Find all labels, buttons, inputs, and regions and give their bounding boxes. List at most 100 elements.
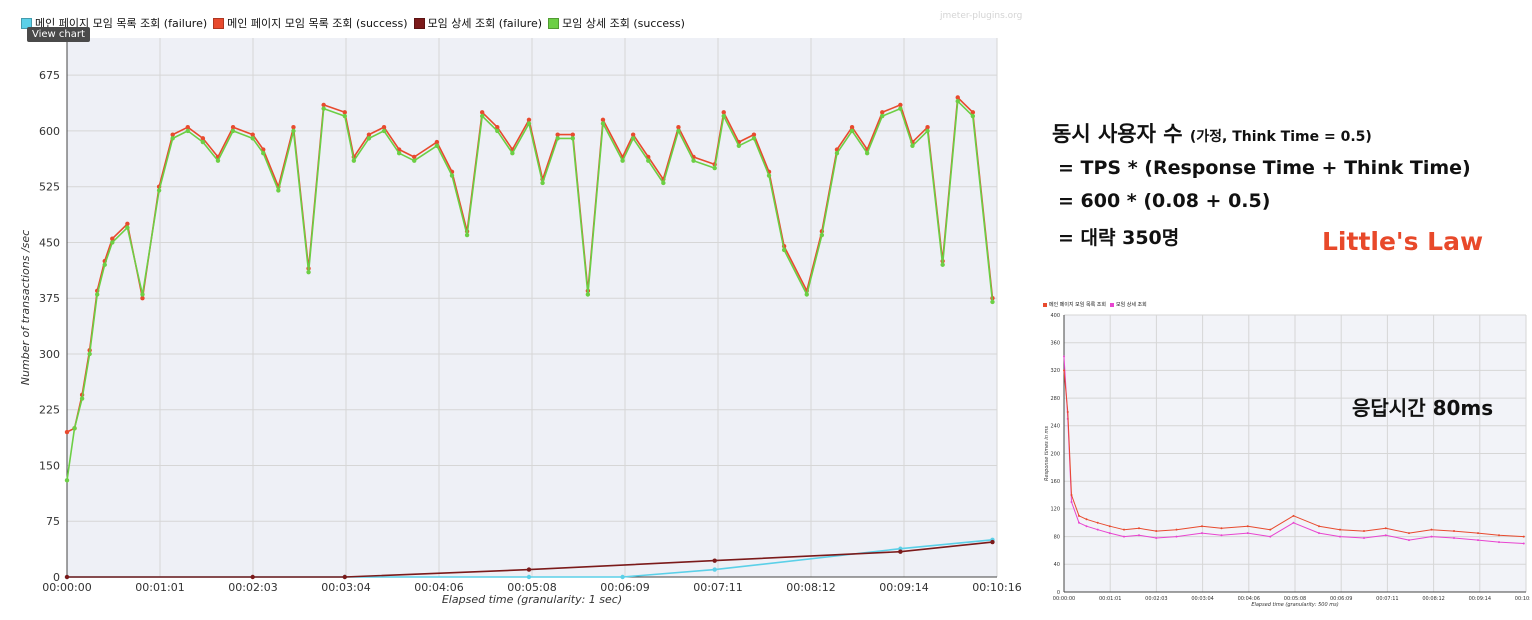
formula-assumption: (가정, Think Time = 0.5) — [1189, 129, 1372, 145]
legend-swatch — [213, 17, 225, 29]
data-point — [1078, 521, 1080, 524]
data-point — [834, 151, 840, 156]
x-tick-label: 00:01:01 — [1099, 596, 1121, 602]
data-point — [1477, 532, 1479, 535]
data-point — [1220, 534, 1223, 537]
data-point — [1138, 534, 1140, 537]
data-point — [342, 113, 347, 119]
data-point — [526, 121, 532, 126]
x-tick-label: 00:01:01 — [135, 581, 184, 594]
x-tick-label: 00:09:14 — [1469, 596, 1491, 602]
data-point — [990, 539, 995, 545]
data-point — [261, 151, 266, 156]
data-point — [1339, 535, 1341, 538]
response-time-chart: 0 40 80 120 160 200 240 280 320 360 400 00:00:00 00:… — [1040, 300, 1530, 612]
data-point — [1453, 536, 1455, 539]
data-point — [64, 429, 70, 435]
data-point — [170, 136, 175, 141]
data-point — [1220, 527, 1223, 530]
y-tick-label: 40 — [1054, 562, 1060, 568]
y-axis-title: Number of transactions /sec — [19, 230, 32, 385]
x-tick-label: 00:08:12 — [786, 581, 835, 594]
y-tick-label: 120 — [1050, 507, 1060, 513]
data-point — [1363, 536, 1365, 539]
legend-swatch — [1043, 302, 1047, 307]
data-point — [1138, 527, 1140, 530]
data-point — [1078, 514, 1080, 517]
legend-item[interactable]: 모임 상세 조회 (success) — [548, 15, 685, 31]
data-point — [306, 269, 311, 275]
data-point — [342, 574, 347, 580]
formula-heading: 동시 사용자 수 — [1052, 122, 1183, 146]
transactions-chart-svg: 07515022530037545052560067500:00:00 00:01… — [19, 38, 1022, 606]
legend-label: 메인 페이지 모임 목록 조회 — [1049, 302, 1106, 308]
view-chart-tooltip[interactable]: View chart — [27, 27, 90, 42]
data-point — [620, 574, 625, 580]
data-point — [1155, 536, 1158, 539]
data-point — [396, 151, 402, 156]
y-tick-label: 450 — [39, 236, 60, 249]
data-point — [712, 558, 717, 563]
data-point — [970, 113, 976, 119]
data-point — [712, 165, 717, 171]
x-tick-label: 00:00:00 — [42, 581, 91, 594]
data-point — [479, 113, 485, 119]
data-point — [1384, 527, 1387, 530]
formula-line-1: 동시 사용자 수 (가정, Think Time = 0.5) — [1052, 118, 1471, 148]
data-point — [585, 292, 591, 297]
x-tick-label: 00:02:03 — [1145, 596, 1167, 602]
data-point — [366, 136, 372, 141]
legend-item[interactable]: 메인 페이지 모임 목록 조회 — [1043, 301, 1106, 308]
data-point — [495, 128, 500, 134]
y-tick-label: 200 — [1050, 451, 1060, 457]
y-tick-label: 75 — [46, 515, 60, 528]
y-tick-label: 675 — [39, 69, 60, 82]
data-point — [1339, 528, 1341, 531]
x-tick-label: 00:02:03 — [228, 581, 277, 594]
data-point — [1201, 532, 1203, 535]
data-point — [1108, 532, 1111, 535]
data-point — [1269, 528, 1272, 531]
data-point — [1063, 369, 1065, 372]
legend-item[interactable]: 모임 상세 조회 (failure) — [413, 15, 543, 31]
data-point — [381, 128, 387, 134]
y-tick-label: 375 — [39, 292, 60, 305]
data-point — [1318, 525, 1320, 528]
data-point — [721, 113, 726, 119]
y-tick-label: 525 — [39, 181, 60, 194]
data-point — [156, 188, 162, 193]
data-point — [321, 106, 326, 111]
data-point — [646, 158, 651, 163]
data-point — [79, 396, 85, 401]
formula-line-2: = TPS * (Response Time + Think Time) — [1058, 157, 1471, 179]
data-point — [766, 173, 772, 178]
data-point — [72, 426, 77, 431]
data-point — [898, 106, 903, 111]
data-point — [250, 136, 255, 141]
legend-label: 모임 상세 조회 (failure) — [427, 17, 543, 30]
y-tick-label: 400 — [1050, 313, 1060, 319]
data-point — [434, 143, 440, 148]
data-point — [464, 232, 470, 238]
data-point — [64, 574, 70, 580]
data-point — [1246, 532, 1249, 535]
data-point — [140, 292, 145, 297]
transactions-chart: 0 75 150 225 300 375 450 525 600 675 00:00:00 00:01… — [15, 0, 1027, 612]
y-axis-title: Response times in ms — [1044, 426, 1050, 481]
data-point — [1292, 521, 1295, 524]
y-tick-label: 225 — [39, 404, 60, 417]
legend-item[interactable]: 모임 상세 조회 — [1109, 301, 1147, 308]
x-tick-label: 00:09:14 — [879, 581, 928, 594]
data-point — [1123, 535, 1125, 538]
x-tick-label: 00:00:00 — [1053, 596, 1075, 602]
x-axis-title: Elapsed time (granularity: 1 sec) — [442, 593, 622, 606]
response-time-chart-svg: 0 40 80 120 160 200 240 280 320 360 400 00:00:00 00:… — [1044, 313, 1530, 608]
data-point — [1085, 525, 1088, 528]
data-point — [630, 136, 636, 141]
data-point — [925, 128, 930, 134]
watermark: jmeter-plugins.org — [940, 11, 1023, 21]
legend-item[interactable]: 메인 페이지 모임 목록 조회 (success) — [213, 15, 408, 31]
data-point — [102, 262, 107, 267]
data-point — [910, 143, 915, 148]
y-tick-label: 240 — [1050, 424, 1060, 430]
